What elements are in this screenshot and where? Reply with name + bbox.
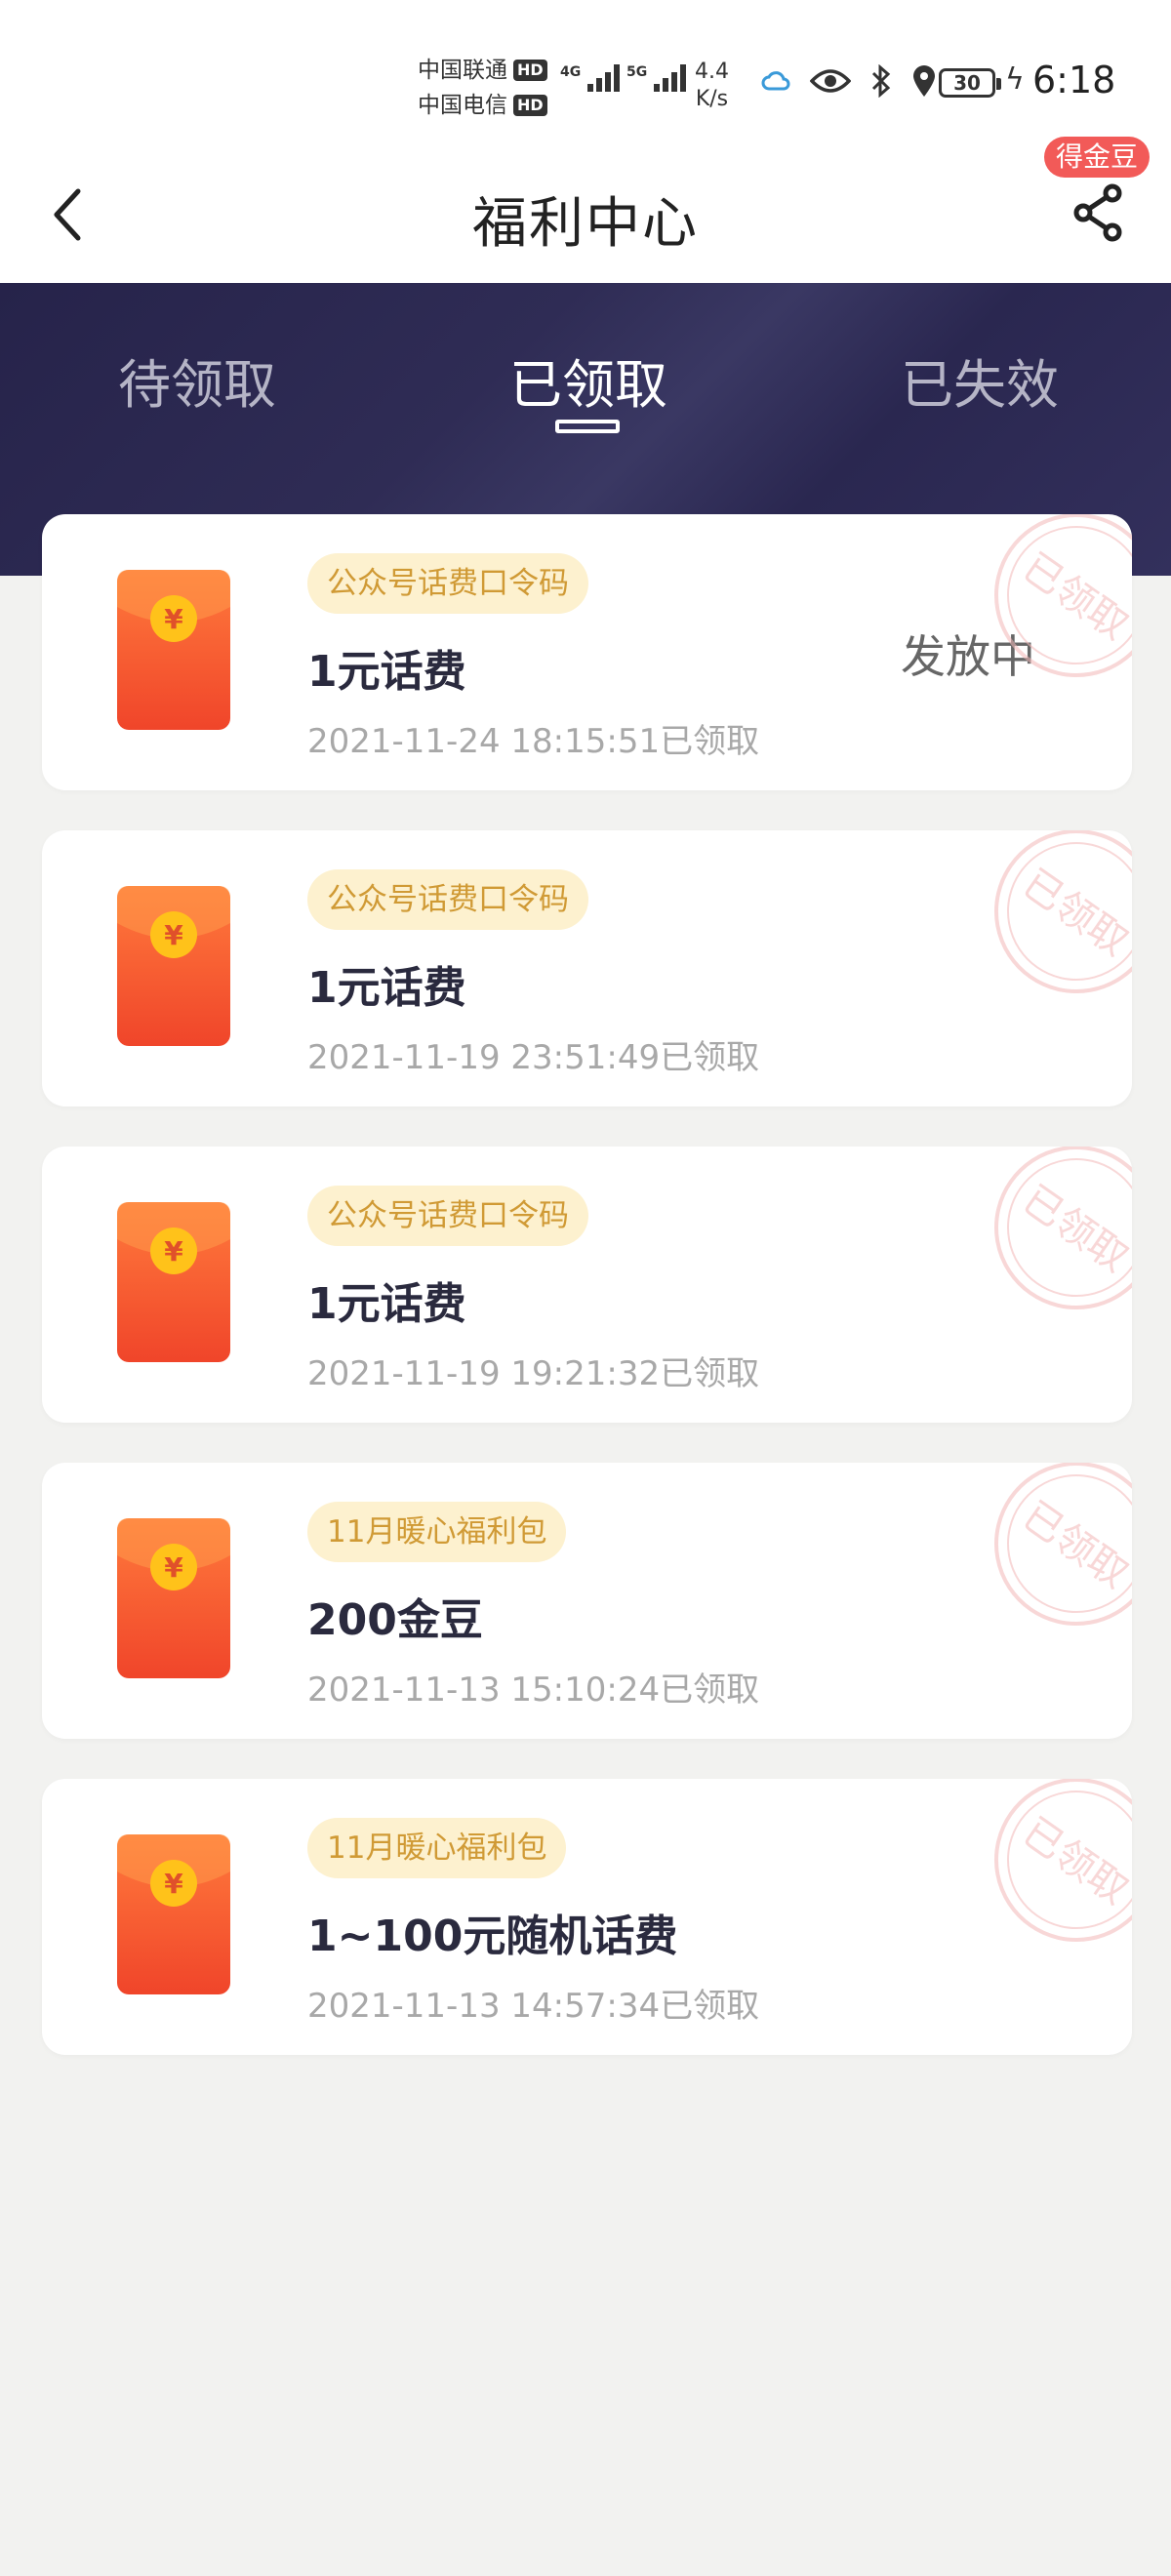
eye-icon (810, 69, 851, 93)
reward-title: 1元话费 (307, 963, 466, 1013)
received-stamp-icon: 已领取 (994, 514, 1132, 677)
clock: 6:18 (1032, 59, 1116, 101)
status-bar: 中国联通 HD 中国电信 HD 4G 5G 4.4 K/s 30 ϟ 6:18 (0, 0, 1171, 146)
source-tag: 公众号话费口令码 (307, 553, 588, 614)
stamp-text: 已领取 (1015, 861, 1132, 965)
page-title: 福利中心 (472, 192, 699, 256)
list-item[interactable]: ¥ 11月暖心福利包 200金豆 2021-11-13 15:10:24已领取 … (42, 1463, 1132, 1739)
battery-icon: 30 (939, 68, 1001, 98)
cloud-icon (761, 71, 790, 91)
charging-icon: ϟ (1005, 62, 1025, 97)
received-stamp-icon: 已领取 (994, 1779, 1132, 1942)
stamp-text: 已领取 (1015, 1493, 1132, 1597)
received-time: 2021-11-19 19:21:32已领取 (307, 1354, 760, 1393)
stamp-text: 已领取 (1015, 1177, 1132, 1281)
received-stamp-icon: 已领取 (994, 1463, 1132, 1626)
red-packet-icon: ¥ (117, 1202, 230, 1362)
reward-title: 1元话费 (307, 1279, 466, 1329)
svg-text:¥: ¥ (164, 1868, 183, 1900)
received-time: 2021-11-13 15:10:24已领取 (307, 1670, 760, 1710)
red-packet-icon: ¥ (117, 570, 230, 730)
list-item[interactable]: ¥ 公众号话费口令码 1元话费 2021-11-19 23:51:49已领取 已… (42, 830, 1132, 1107)
red-packet-icon: ¥ (117, 1834, 230, 1994)
received-stamp-icon: 已领取 (994, 830, 1132, 993)
tab-bar: 待领取 已领取 已失效 (0, 283, 1171, 459)
list-item[interactable]: ¥ 公众号话费口令码 1元话费 2021-11-24 18:15:51已领取 发… (42, 514, 1132, 790)
tab-pending[interactable]: 待领取 (118, 342, 276, 419)
reward-title: 200金豆 (307, 1595, 483, 1645)
network-speed: 4.4 K/s (695, 60, 729, 111)
red-packet-icon: ¥ (117, 1518, 230, 1678)
hd-badge: HD (513, 60, 547, 81)
location-icon (913, 65, 935, 97)
carrier-2: 中国电信 (418, 93, 507, 118)
red-packet-icon: ¥ (117, 886, 230, 1046)
tab-received[interactable]: 已领取 (509, 342, 667, 419)
bluetooth-icon (871, 64, 891, 98)
received-time: 2021-11-19 23:51:49已领取 (307, 1038, 760, 1077)
hd-badge: HD (513, 95, 547, 116)
received-time: 2021-11-24 18:15:51已领取 (307, 722, 760, 761)
svg-text:¥: ¥ (164, 919, 183, 951)
active-tab-indicator (555, 420, 620, 433)
stamp-text: 已领取 (1015, 1809, 1132, 1913)
source-tag: 公众号话费口令码 (307, 1186, 588, 1246)
list-item[interactable]: ¥ 11月暖心福利包 1~100元随机话费 2021-11-13 14:57:3… (42, 1779, 1132, 2055)
share-button[interactable] (1071, 183, 1126, 246)
source-tag: 公众号话费口令码 (307, 869, 588, 930)
get-gold-bean-badge[interactable]: 得金豆 (1044, 137, 1151, 178)
title-bar: 福利中心 (0, 146, 1171, 283)
svg-text:¥: ¥ (164, 603, 183, 635)
reward-title: 1~100元随机话费 (307, 1912, 678, 1961)
signal-5g-icon: 5G (626, 64, 687, 92)
stamp-text: 已领取 (1015, 544, 1132, 649)
reward-title: 1元话费 (307, 647, 466, 697)
carrier-1: 中国联通 (418, 58, 507, 83)
received-time: 2021-11-13 14:57:34已领取 (307, 1987, 760, 2026)
svg-text:¥: ¥ (164, 1551, 183, 1584)
share-icon (1073, 183, 1122, 242)
received-stamp-icon: 已领取 (994, 1147, 1132, 1309)
reward-list: ¥ 公众号话费口令码 1元话费 2021-11-24 18:15:51已领取 发… (42, 514, 1132, 2095)
source-tag: 11月暖心福利包 (307, 1818, 567, 1878)
carrier-info: 中国联通 HD 中国电信 HD (418, 53, 547, 123)
svg-text:¥: ¥ (164, 1235, 183, 1268)
source-tag: 11月暖心福利包 (307, 1502, 567, 1562)
list-item[interactable]: ¥ 公众号话费口令码 1元话费 2021-11-19 19:21:32已领取 已… (42, 1147, 1132, 1423)
signal-4g-icon: 4G (560, 64, 621, 92)
tab-expired[interactable]: 已失效 (901, 342, 1059, 419)
